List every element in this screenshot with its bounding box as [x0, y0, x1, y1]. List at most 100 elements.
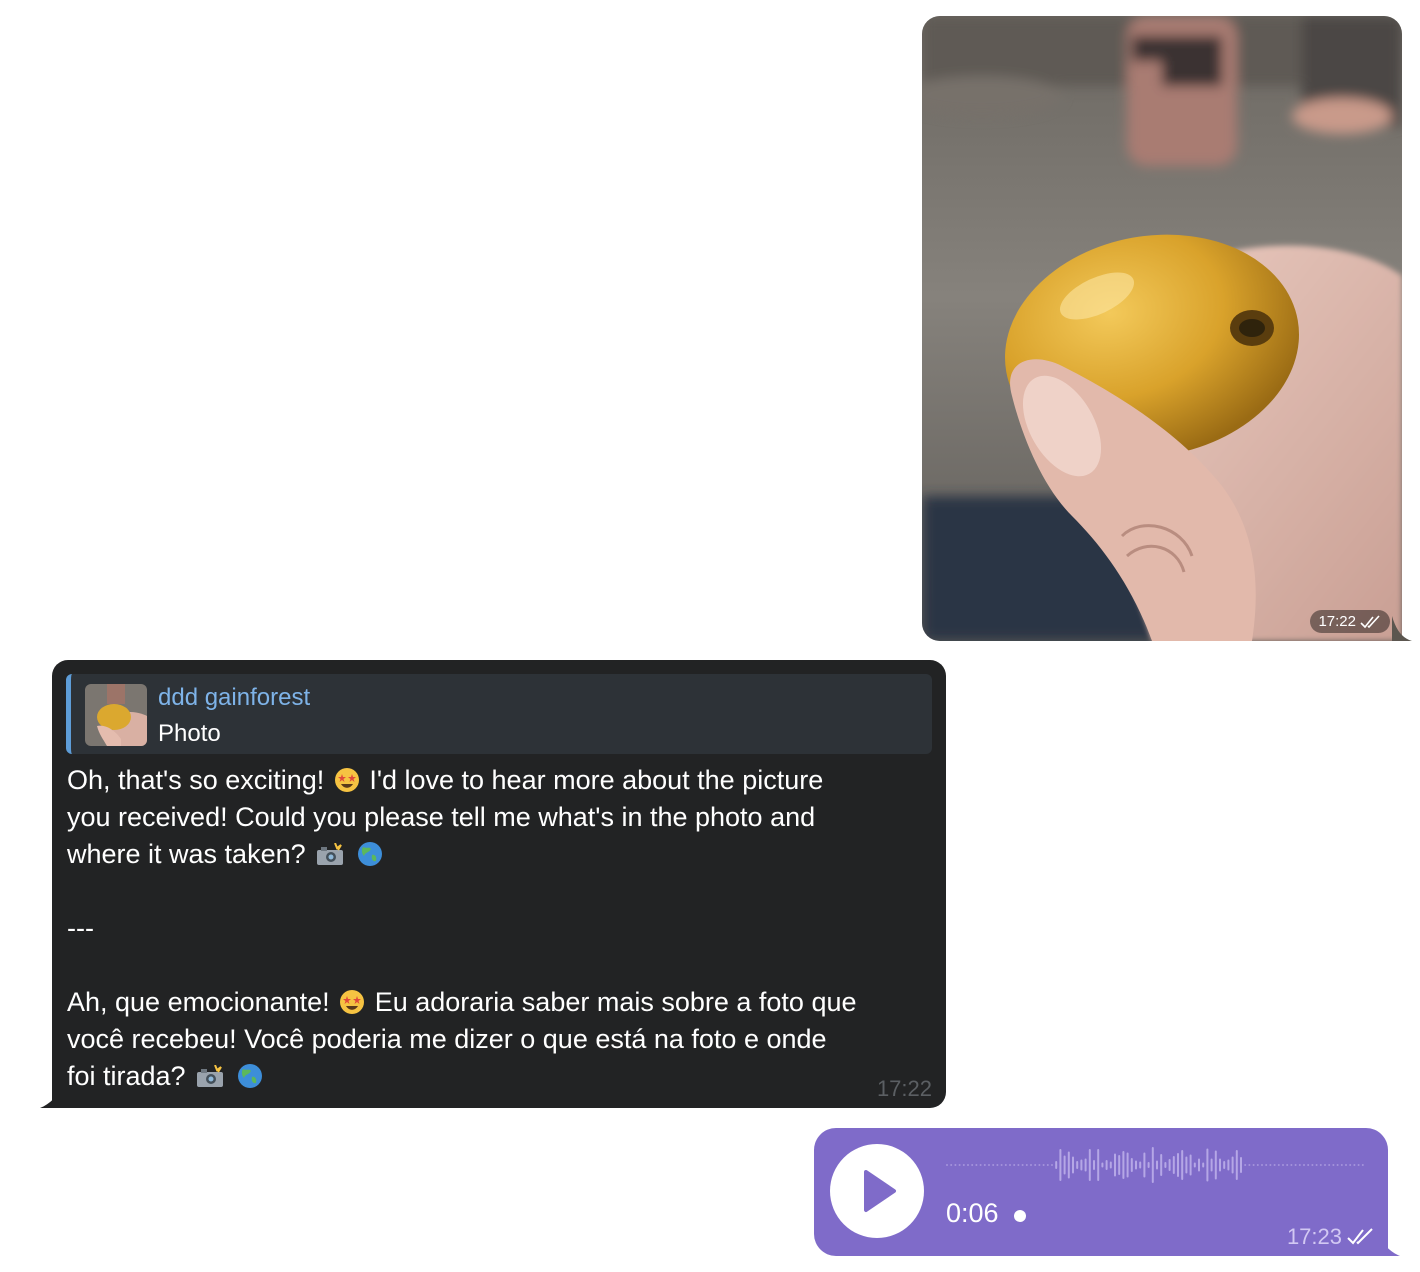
waveform-bar: [1328, 1164, 1331, 1166]
globe-emoji-icon: [237, 1064, 262, 1088]
waveform-bar: [1051, 1164, 1053, 1166]
waveform-bar: [988, 1164, 990, 1166]
double-check-icon: [1347, 1228, 1373, 1245]
waveform-bar: [1248, 1164, 1251, 1166]
voice-message[interactable]: 0:06 17:23: [814, 1128, 1388, 1256]
waveform-bar: [1034, 1164, 1037, 1166]
waveform-bar: [1265, 1164, 1268, 1166]
globe-emoji-icon: [357, 842, 382, 866]
waveform-bar: [1118, 1155, 1121, 1175]
star-struck-emoji-icon: [340, 990, 365, 1014]
waveform-bar: [1004, 1164, 1007, 1166]
waveform-bar: [962, 1164, 965, 1166]
waveform-bar: [1336, 1164, 1339, 1166]
waveform-bar: [1210, 1158, 1213, 1172]
waveform-bar: [1349, 1164, 1352, 1166]
waveform-bar: [1177, 1153, 1179, 1177]
voice-duration: 0:06: [946, 1198, 999, 1228]
waveform-bar: [1185, 1156, 1188, 1174]
waveform-bar: [1013, 1164, 1016, 1166]
double-check-icon: [1360, 614, 1380, 628]
waveform-bar: [1307, 1164, 1310, 1166]
waveform-bar: [1130, 1158, 1133, 1172]
waveform-bar: [950, 1164, 953, 1166]
waveform-bar: [1000, 1164, 1003, 1166]
message-line: foi tirada?: [67, 1058, 937, 1095]
camera-flash-emoji-icon: [197, 1065, 224, 1087]
unplayed-dot: [1014, 1210, 1026, 1222]
message-line: Oh, that's so exciting! I'd love to hear…: [67, 765, 824, 795]
waveform-bar: [1021, 1164, 1024, 1166]
waveform-bar: [1097, 1149, 1100, 1181]
waveform-bar: [1055, 1161, 1058, 1169]
waveform-bar: [1240, 1157, 1242, 1173]
waveform-bar: [1290, 1164, 1293, 1166]
fruit-photo[interactable]: [922, 16, 1402, 641]
waveform-bar: [1269, 1164, 1272, 1166]
waveform-bar: [1219, 1158, 1221, 1172]
waveform-bar: [1046, 1164, 1049, 1166]
waveform-bar: [1227, 1159, 1230, 1171]
message-line: you received! Could you please tell me w…: [67, 802, 816, 832]
waveform-bar: [1294, 1164, 1297, 1166]
waveform-bar: [1093, 1160, 1095, 1170]
waveform-bar: [1282, 1164, 1284, 1166]
waveform-bar: [1143, 1152, 1146, 1178]
waveform-bar: [1311, 1164, 1314, 1166]
waveform-bar: [1361, 1164, 1364, 1166]
waveform-bar: [1193, 1162, 1196, 1168]
waveform-bar: [1151, 1147, 1154, 1183]
incoming-message[interactable]: ddd gainforest Photo Oh, that's so excit…: [52, 660, 946, 1108]
waveform-bar: [971, 1164, 974, 1166]
waveform-bar: [1072, 1156, 1074, 1174]
message-timestamp: 17:22: [876, 1076, 932, 1101]
waveform-bar: [1030, 1164, 1032, 1166]
play-button[interactable]: [830, 1144, 924, 1238]
waveform-bar: [1353, 1164, 1356, 1166]
waveform-bar: [1214, 1150, 1217, 1180]
reply-quote[interactable]: ddd gainforest Photo: [66, 674, 932, 754]
camera-flash-emoji-icon: [317, 843, 344, 865]
waveform-bar: [1135, 1160, 1137, 1170]
reply-photo-thumbnail: [85, 684, 147, 746]
waveform-bar: [1147, 1162, 1150, 1168]
waveform-bar: [1042, 1164, 1045, 1166]
waveform-bar: [1286, 1164, 1289, 1166]
waveform-bar: [983, 1164, 986, 1166]
separator-line: ---: [67, 913, 94, 943]
waveform-bar: [1101, 1162, 1104, 1168]
waveform-bar: [958, 1164, 961, 1166]
waveform-bar: [1345, 1164, 1347, 1166]
waveform-bar: [1256, 1164, 1259, 1166]
waveform-bar: [1324, 1164, 1326, 1166]
reply-sender-name: ddd gainforest: [158, 684, 311, 711]
waveform-bar: [1139, 1161, 1142, 1169]
message-text: Oh, that's so exciting! I'd love to hear…: [67, 762, 937, 1095]
waveform-bar: [1298, 1164, 1301, 1166]
photo-message[interactable]: 17:22: [922, 16, 1402, 641]
waveform-bar: [946, 1164, 948, 1166]
waveform-bar: [1025, 1164, 1028, 1166]
waveform-bar: [979, 1164, 982, 1166]
waveform-bar: [1252, 1164, 1255, 1166]
waveform[interactable]: [946, 1144, 1370, 1186]
waveform-bar: [1273, 1164, 1276, 1166]
waveform-bar: [1332, 1164, 1335, 1166]
waveform-bar: [1156, 1160, 1158, 1170]
waveform-bar: [1063, 1155, 1066, 1175]
waveform-bar: [1319, 1164, 1322, 1166]
waveform-bar: [1189, 1154, 1192, 1176]
star-struck-emoji-icon: [334, 768, 359, 792]
waveform-bar: [1231, 1156, 1234, 1174]
waveform-bar: [1164, 1162, 1167, 1168]
waveform-bar: [1080, 1159, 1083, 1171]
waveform-bar: [1067, 1151, 1070, 1179]
waveform-bar: [1198, 1158, 1200, 1172]
waveform-bar: [996, 1164, 999, 1166]
waveform-bar: [954, 1164, 957, 1166]
waveform-bar: [1126, 1152, 1129, 1178]
waveform-bar: [1009, 1164, 1011, 1166]
waveform-bar: [1038, 1164, 1041, 1166]
waveform-bar: [1277, 1164, 1280, 1166]
waveform-bar: [975, 1164, 978, 1166]
